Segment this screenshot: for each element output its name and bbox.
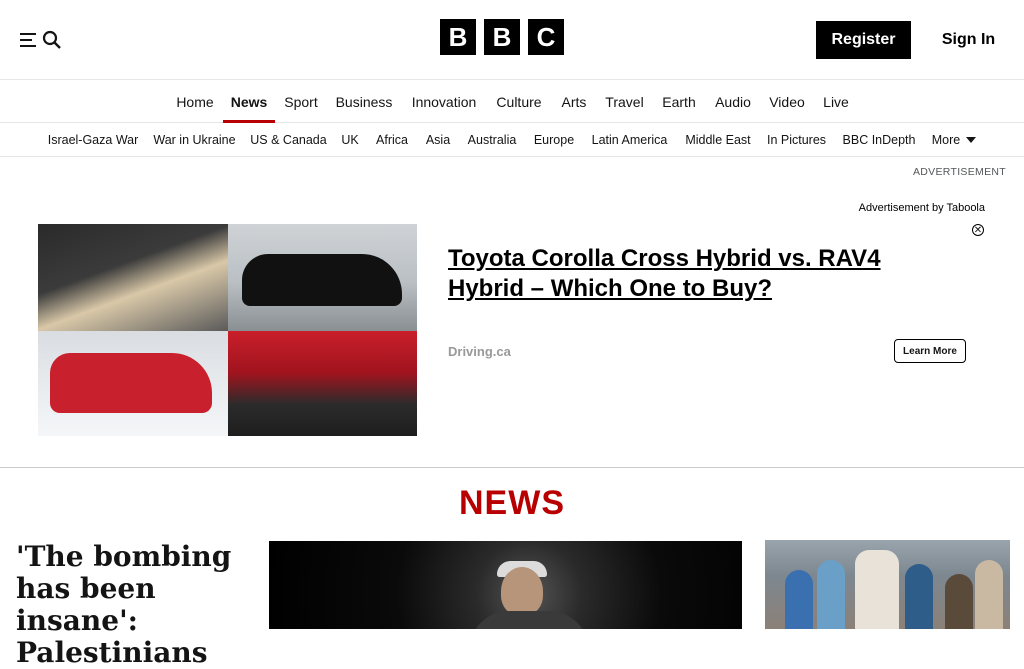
secondary-nav: Israel-Gaza War War in Ukraine US & Cana…: [0, 123, 1024, 157]
subnav-latin-america[interactable]: Latin America: [583, 123, 676, 157]
section-divider: [0, 467, 1024, 468]
lead-headline-link[interactable]: 'The bombing has been insane': Palestini…: [16, 541, 261, 669]
ad-source: Driving.ca: [448, 344, 511, 359]
menu-search-button[interactable]: [14, 23, 68, 57]
nav-audio[interactable]: Audio: [706, 81, 760, 123]
nav-innovation[interactable]: Innovation: [402, 81, 486, 123]
sign-in-button[interactable]: Sign In: [927, 21, 1010, 59]
subnav-in-pictures[interactable]: In Pictures: [760, 123, 833, 157]
subnav-africa[interactable]: Africa: [368, 123, 416, 157]
register-button[interactable]: Register: [816, 21, 911, 59]
nav-arts[interactable]: Arts: [553, 81, 595, 123]
news-section-title[interactable]: NEWS: [0, 484, 1024, 523]
subnav-europe[interactable]: Europe: [527, 123, 581, 157]
ad-image-red-suv: [38, 331, 228, 436]
caret-down-icon: [966, 136, 977, 143]
more-label: More: [931, 133, 961, 147]
ad-image-black-suv: [228, 224, 417, 331]
ad-image-cargo: [228, 331, 417, 436]
subnav-more[interactable]: More: [924, 123, 984, 157]
search-icon: [42, 30, 61, 49]
side-story-image[interactable]: [765, 540, 1010, 629]
nav-culture[interactable]: Culture: [488, 81, 550, 123]
subnav-us-canada[interactable]: US & Canada: [245, 123, 332, 157]
nav-news[interactable]: News: [223, 81, 275, 123]
logo-letter-b2: B: [484, 19, 520, 55]
ad-close-icon[interactable]: ✕: [972, 224, 984, 236]
subnav-uk[interactable]: UK: [334, 123, 366, 157]
logo-letter-b1: B: [440, 19, 476, 55]
subnav-australia[interactable]: Australia: [460, 123, 524, 157]
advertisement-label: ADVERTISEMENT: [913, 166, 1006, 178]
primary-nav: Home News Sport Business Innovation Cult…: [0, 81, 1024, 123]
menu-icon: [20, 33, 36, 47]
learn-more-button[interactable]: Learn More: [894, 339, 966, 363]
nav-sport[interactable]: Sport: [276, 81, 326, 123]
ad-image-interior: [38, 224, 228, 331]
nav-business[interactable]: Business: [328, 81, 400, 123]
subnav-bbc-indepth[interactable]: BBC InDepth: [836, 123, 922, 157]
nav-live[interactable]: Live: [815, 81, 857, 123]
nav-earth[interactable]: Earth: [654, 81, 704, 123]
subnav-israel-gaza-war[interactable]: Israel-Gaza War: [41, 123, 145, 157]
ad-attribution[interactable]: Advertisement by Taboola: [859, 202, 985, 214]
bbc-logo[interactable]: B B C: [440, 19, 564, 55]
nav-video[interactable]: Video: [762, 81, 812, 123]
site-header: B B C Register Sign In: [0, 0, 1024, 80]
subnav-middle-east[interactable]: Middle East: [678, 123, 758, 157]
taboola-ad[interactable]: Advertisement by Taboola ✕ Toyota Coroll…: [26, 182, 998, 456]
logo-letter-c: C: [528, 19, 564, 55]
nav-home[interactable]: Home: [167, 81, 223, 123]
ad-image[interactable]: [38, 224, 417, 436]
lead-story-image[interactable]: [269, 541, 742, 629]
subnav-war-in-ukraine[interactable]: War in Ukraine: [147, 123, 242, 157]
subnav-asia[interactable]: Asia: [418, 123, 458, 157]
ad-headline-link[interactable]: Toyota Corolla Cross Hybrid vs. RAV4 Hyb…: [448, 244, 948, 304]
nav-travel[interactable]: Travel: [597, 81, 652, 123]
